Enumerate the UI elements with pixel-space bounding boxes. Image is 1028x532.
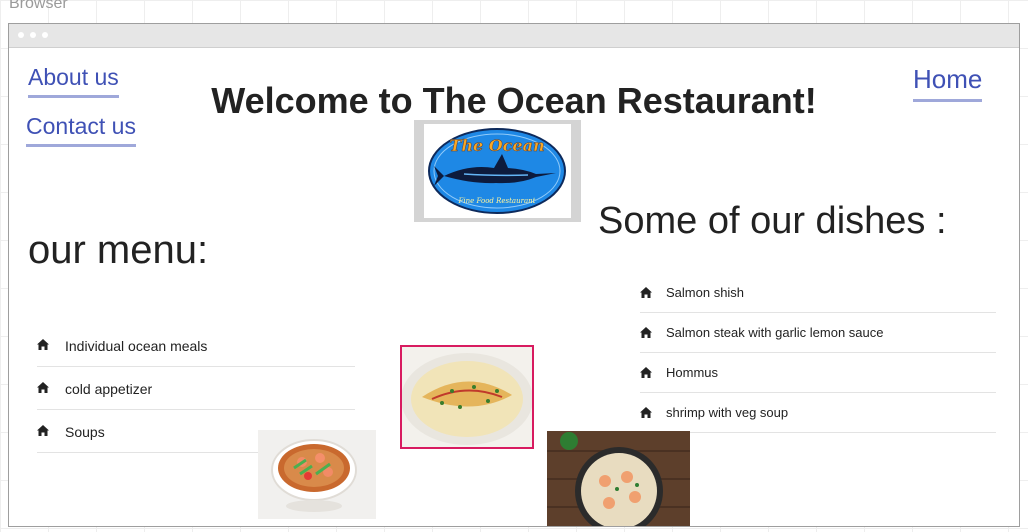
dish-item-label: Hommus	[666, 365, 719, 380]
dish-item-label: Salmon steak with garlic lemon sauce	[666, 325, 884, 340]
home-icon	[37, 425, 49, 436]
dishes-heading: Some of our dishes :	[598, 200, 947, 242]
dishes-list: Salmon shish Salmon steak with garlic le…	[640, 273, 996, 433]
menu-item-label: cold appetizer	[65, 381, 153, 397]
home-icon	[37, 382, 49, 393]
dish-item[interactable]: Hommus	[640, 353, 996, 393]
menu-heading: our menu:	[28, 228, 209, 272]
logo-graphic: The Ocean Fine Food Restaurant	[428, 128, 566, 214]
dish-item[interactable]: Salmon shish	[640, 273, 996, 313]
window-dot	[30, 32, 36, 38]
home-icon	[640, 407, 652, 418]
menu-item-label: Soups	[65, 424, 105, 440]
page-title: Welcome to The Ocean Restaurant!	[211, 80, 817, 121]
dish-item[interactable]: Salmon steak with garlic lemon sauce	[640, 313, 996, 353]
dish-item-label: shrimp with veg soup	[666, 405, 789, 420]
home-icon	[640, 287, 652, 298]
logo-name-text: The Ocean	[449, 136, 544, 155]
hummus-photo	[400, 345, 534, 449]
home-icon	[37, 339, 49, 350]
dish-item[interactable]: shrimp with veg soup	[640, 393, 996, 433]
logo-tagline-text: Fine Food Restaurant	[458, 197, 536, 205]
dish-item-label: Salmon shish	[666, 285, 745, 300]
page-content: About us Contact us Home Welcome to The …	[9, 48, 1019, 526]
home-icon	[640, 327, 652, 338]
browser-caption: Browser	[9, 0, 68, 12]
restaurant-logo: The Ocean Fine Food Restaurant	[414, 120, 581, 222]
window-titlebar	[9, 24, 1019, 48]
window-dot	[42, 32, 48, 38]
menu-item-label: Individual ocean meals	[65, 338, 208, 354]
home-icon	[640, 367, 652, 378]
soup-photo	[258, 430, 376, 519]
menu-item[interactable]: cold appetizer	[37, 367, 355, 410]
menu-item[interactable]: Individual ocean meals	[37, 324, 355, 367]
shrimp-pan-photo	[547, 431, 690, 526]
browser-window: About us Contact us Home Welcome to The …	[8, 23, 1020, 527]
window-dot	[18, 32, 24, 38]
